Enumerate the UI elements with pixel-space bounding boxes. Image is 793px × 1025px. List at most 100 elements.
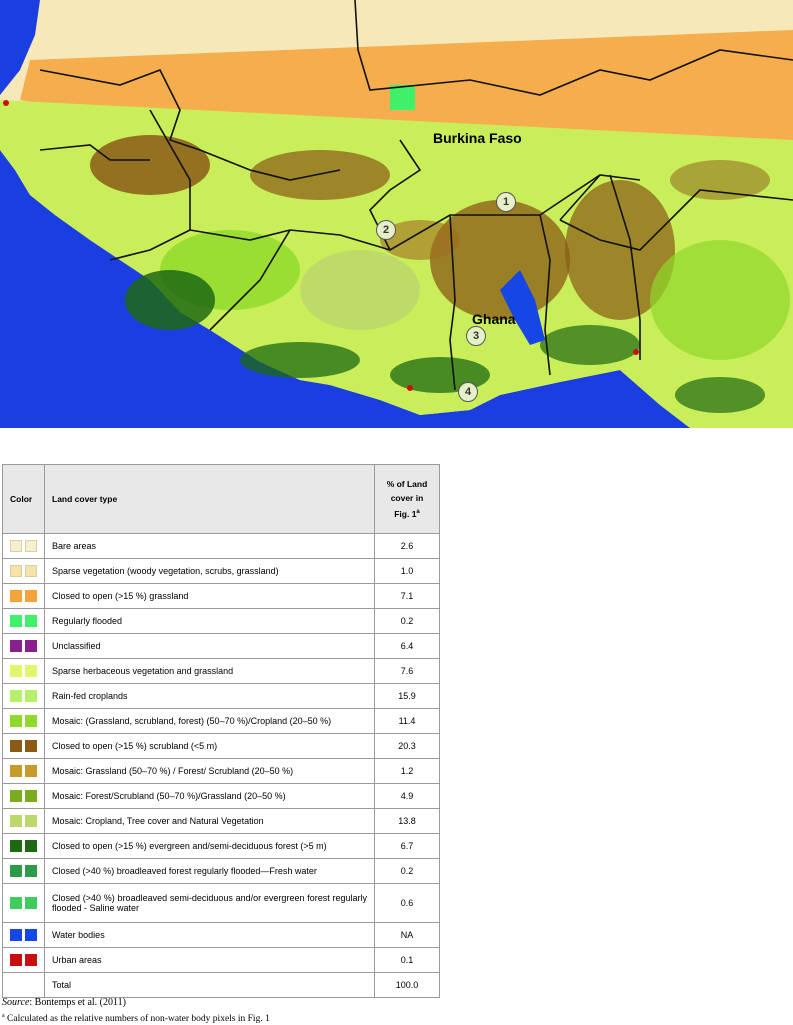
land-cover-label: Closed to open (>15 %) evergreen and/sem…	[44, 833, 375, 859]
color-swatch-cell	[2, 808, 45, 834]
land-cover-map: Burkina Faso Ghana 1 2 3 4	[0, 0, 793, 428]
table-row: Bare areas 2.6	[2, 533, 440, 559]
table-row: Sparse herbaceous vegetation and grassla…	[2, 658, 440, 684]
land-cover-label: Urban areas	[44, 947, 375, 973]
table-row: Mosaic: Cropland, Tree cover and Natural…	[2, 808, 440, 834]
color-swatch	[25, 765, 37, 777]
land-cover-percent: 6.7	[374, 833, 440, 859]
color-swatch	[10, 929, 22, 941]
table-row: Sparse vegetation (woody vegetation, scr…	[2, 558, 440, 584]
land-cover-percent: 6.4	[374, 633, 440, 659]
land-cover-percent: 11.4	[374, 708, 440, 734]
land-cover-label: Mosaic: Cropland, Tree cover and Natural…	[44, 808, 375, 834]
header-percent-line1: % of Land	[386, 479, 428, 490]
forest-patch	[540, 325, 640, 365]
forest-patch	[125, 270, 215, 330]
flooded-area	[390, 85, 415, 110]
urban-dot	[3, 100, 9, 106]
land-cover-label: Sparse vegetation (woody vegetation, scr…	[44, 558, 375, 584]
color-swatch	[10, 590, 22, 602]
land-cover-percent: 2.6	[374, 533, 440, 559]
urban-dot	[407, 385, 413, 391]
land-cover-label: Water bodies	[44, 922, 375, 948]
table-row: Water bodies NA	[2, 922, 440, 948]
header-color: Color	[2, 464, 45, 534]
land-cover-percent: 0.2	[374, 858, 440, 884]
forest-patch	[675, 377, 765, 413]
color-swatch	[10, 840, 22, 852]
source-text: : Bontemps et al. (2011)	[29, 997, 126, 1008]
header-footnote-mark: a	[416, 509, 420, 516]
land-cover-percent: 0.2	[374, 608, 440, 634]
color-swatch	[25, 790, 37, 802]
scrubland-patch	[90, 135, 210, 195]
table-row: Mosaic: Forest/Scrubland (50–70 %)/Grass…	[2, 783, 440, 809]
land-cover-percent: 7.6	[374, 658, 440, 684]
land-cover-label: Closed (>40 %) broadleaved forest regula…	[44, 858, 375, 884]
land-cover-label: Bare areas	[44, 533, 375, 559]
color-swatch	[25, 865, 37, 877]
color-swatch	[10, 615, 22, 627]
color-swatch	[25, 929, 37, 941]
table-row: Mosaic: (Grassland, scrubland, forest) (…	[2, 708, 440, 734]
scrubland-patch	[670, 160, 770, 200]
forest-patch	[240, 342, 360, 378]
table-row: Unclassified 6.4	[2, 633, 440, 659]
site-marker-1: 1	[496, 192, 516, 212]
site-marker-2: 2	[376, 220, 396, 240]
color-swatch	[10, 815, 22, 827]
table-body: Bare areas 2.6 Sparse vegetation (woody ve…	[2, 533, 440, 973]
land-cover-percent: 4.9	[374, 783, 440, 809]
color-swatch	[10, 715, 22, 727]
land-cover-label: Closed to open (>15 %) scrubland (<5 m)	[44, 733, 375, 759]
color-swatch-cell	[2, 883, 45, 923]
color-swatch	[10, 565, 22, 577]
color-swatch-cell	[2, 783, 45, 809]
table-row: Closed (>40 %) broadleaved forest regula…	[2, 858, 440, 884]
color-swatch	[10, 954, 22, 966]
color-swatch	[10, 897, 22, 909]
land-cover-percent: 13.8	[374, 808, 440, 834]
land-cover-label: Mosaic: (Grassland, scrubland, forest) (…	[44, 708, 375, 734]
color-swatch	[10, 740, 22, 752]
table-row: Urban areas 0.1	[2, 947, 440, 973]
color-swatch-cell	[2, 683, 45, 709]
color-swatch	[10, 790, 22, 802]
table-row: Regularly flooded 0.2	[2, 608, 440, 634]
color-swatch	[25, 640, 37, 652]
color-swatch-cell	[2, 658, 45, 684]
land-cover-percent: 7.1	[374, 583, 440, 609]
color-swatch	[10, 640, 22, 652]
table-row: Closed (>40 %) broadleaved semi-deciduou…	[2, 883, 440, 923]
site-marker-4: 4	[458, 382, 478, 402]
table-row: Mosaic: Grassland (50–70 %) / Forest/ Sc…	[2, 758, 440, 784]
table-row: Closed to open (>15 %) grassland 7.1	[2, 583, 440, 609]
site-marker-3: 3	[466, 326, 486, 346]
footnote-text: Calculated as the relative numbers of no…	[4, 1014, 270, 1025]
color-swatch-cell	[2, 733, 45, 759]
land-cover-label: Closed (>40 %) broadleaved semi-deciduou…	[44, 883, 375, 923]
color-swatch	[25, 690, 37, 702]
urban-dot	[633, 349, 639, 355]
label-ghana: Ghana	[472, 311, 516, 327]
land-cover-percent: NA	[374, 922, 440, 948]
color-swatch-cell	[2, 608, 45, 634]
scrubland-patch	[430, 200, 570, 320]
land-cover-label: Rain-fed croplands	[44, 683, 375, 709]
map-graphic	[0, 0, 793, 428]
color-swatch	[25, 665, 37, 677]
land-cover-percent: 1.0	[374, 558, 440, 584]
land-cover-label: Sparse herbaceous vegetation and grassla…	[44, 658, 375, 684]
mosaic-patch	[300, 250, 420, 330]
color-swatch	[10, 540, 22, 552]
color-swatch	[25, 954, 37, 966]
header-percent: % of Land cover in Fig. 1a	[374, 464, 440, 534]
table-row: Closed to open (>15 %) evergreen and/sem…	[2, 833, 440, 859]
color-swatch	[25, 615, 37, 627]
table-row: Rain-fed croplands 15.9	[2, 683, 440, 709]
source-prefix: Source	[2, 997, 30, 1008]
color-swatch	[25, 715, 37, 727]
total-label: Total	[44, 972, 375, 998]
land-cover-percent: 0.6	[374, 883, 440, 923]
color-swatch-cell	[2, 858, 45, 884]
